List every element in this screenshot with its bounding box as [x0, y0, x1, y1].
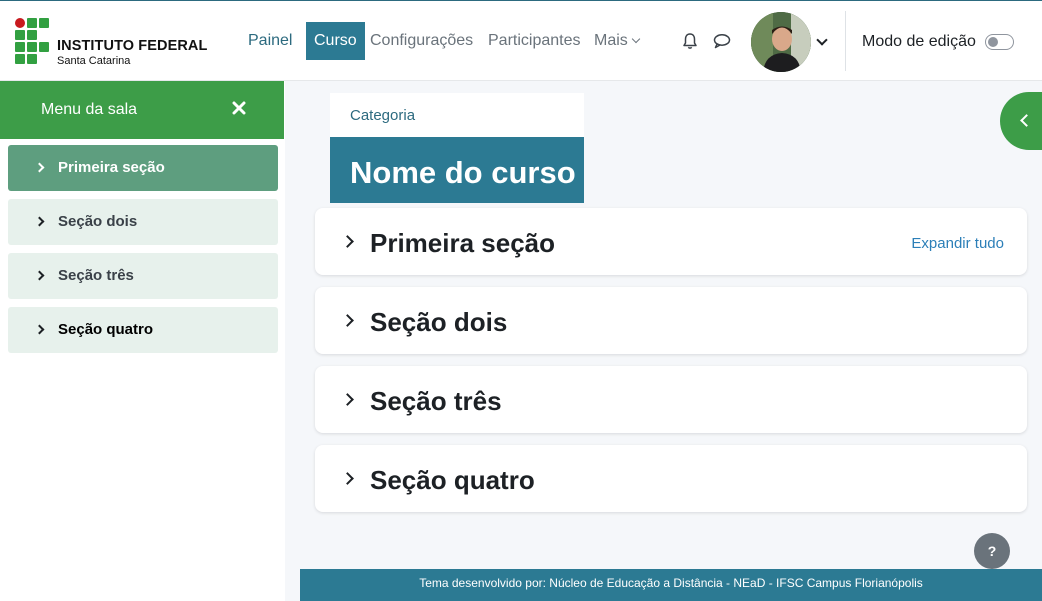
drawer-item-secao-dois[interactable]: Seção dois — [8, 199, 278, 245]
nav-mais[interactable]: Mais — [586, 22, 647, 60]
breadcrumb-category-link[interactable]: Categoria — [350, 107, 415, 124]
chevron-right-icon — [34, 324, 45, 335]
chevron-right-icon — [34, 162, 45, 173]
expand-all-link[interactable]: Expandir tudo — [911, 235, 1004, 252]
edit-mode-toggle[interactable] — [985, 34, 1014, 50]
ifsc-logo[interactable]: INSTITUTO FEDERAL Santa Catarina — [14, 17, 208, 69]
nav-painel[interactable]: Painel — [240, 22, 300, 60]
section-title[interactable]: Seção três — [370, 386, 502, 417]
course-section-dois[interactable]: Seção dois — [315, 287, 1027, 354]
logo-title: INSTITUTO FEDERAL — [57, 38, 208, 54]
section-title[interactable]: Seção dois — [370, 307, 507, 338]
drawer-item-secao-quatro[interactable]: Seção quatro — [8, 307, 278, 353]
chevron-right-icon[interactable] — [341, 235, 354, 248]
logo-subtitle: Santa Catarina — [57, 55, 131, 67]
logo-mark — [14, 17, 54, 65]
nav-participantes[interactable]: Participantes — [480, 22, 589, 60]
open-block-drawer-button[interactable] — [1000, 92, 1042, 150]
drawer-title: Menu da sala — [41, 101, 138, 118]
user-menu-chevron-icon[interactable] — [816, 34, 828, 46]
drawer-item-label: Primeira seção — [58, 159, 165, 176]
chat-bubble-icon[interactable] — [712, 31, 732, 51]
drawer-header: Menu da sala — [0, 81, 284, 139]
course-header: Nome do curso — [330, 137, 584, 203]
section-title[interactable]: Primeira seção — [370, 228, 555, 259]
help-button[interactable]: ? — [974, 533, 1010, 569]
nav-divider — [845, 11, 846, 71]
drawer-item-label: Seção três — [58, 267, 134, 284]
chevron-right-icon[interactable] — [341, 393, 354, 406]
drawer-item-secao-tres[interactable]: Seção três — [8, 253, 278, 299]
course-section-tres[interactable]: Seção três — [315, 366, 1027, 433]
chevron-right-icon — [34, 270, 45, 281]
nav-mais-label: Mais — [594, 32, 628, 49]
chevron-down-icon — [631, 34, 641, 44]
top-navbar: INSTITUTO FEDERAL Santa Catarina Painel … — [0, 0, 1042, 81]
course-section-quatro[interactable]: Seção quatro — [315, 445, 1027, 512]
close-icon[interactable] — [232, 101, 246, 115]
chevron-right-icon — [34, 216, 45, 227]
chevron-right-icon[interactable] — [341, 472, 354, 485]
drawer-item-primeira-secao[interactable]: Primeira seção — [8, 145, 278, 191]
drawer-item-label: Seção quatro — [58, 321, 154, 338]
course-index-drawer: Menu da sala Primeira seção Seção dois S… — [0, 81, 285, 601]
breadcrumb: Categoria — [330, 93, 584, 137]
user-avatar[interactable] — [751, 12, 811, 72]
footer: Tema desenvolvido por: Núcleo de Educaçã… — [300, 569, 1042, 601]
page-title: Nome do curso — [350, 155, 576, 190]
chevron-left-icon — [1020, 114, 1033, 127]
course-section-primeira[interactable]: Primeira seção Expandir tudo — [315, 208, 1027, 275]
edit-mode-label: Modo de edição — [862, 33, 976, 50]
section-title[interactable]: Seção quatro — [370, 465, 535, 496]
nav-curso[interactable]: Curso — [306, 22, 365, 60]
drawer-item-label: Seção dois — [58, 213, 138, 230]
nav-configuracoes[interactable]: Configurações — [362, 22, 481, 60]
chevron-right-icon[interactable] — [341, 314, 354, 327]
bell-icon[interactable] — [680, 31, 700, 51]
